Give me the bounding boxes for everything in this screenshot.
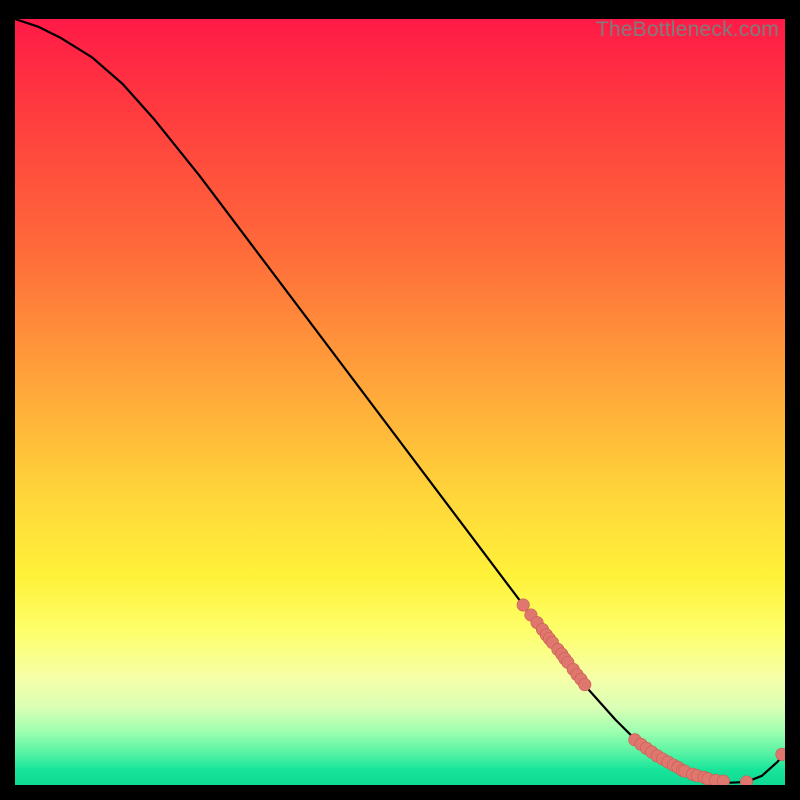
- chart-svg: [15, 19, 785, 785]
- data-point: [740, 776, 752, 785]
- data-points: [517, 599, 785, 785]
- data-point: [517, 599, 529, 611]
- bottleneck-curve: [15, 19, 785, 783]
- plot-area: TheBottleneck.com: [15, 19, 785, 785]
- chart-frame: TheBottleneck.com: [0, 0, 800, 800]
- data-point: [579, 678, 591, 690]
- data-point: [776, 748, 785, 760]
- data-point: [717, 775, 729, 785]
